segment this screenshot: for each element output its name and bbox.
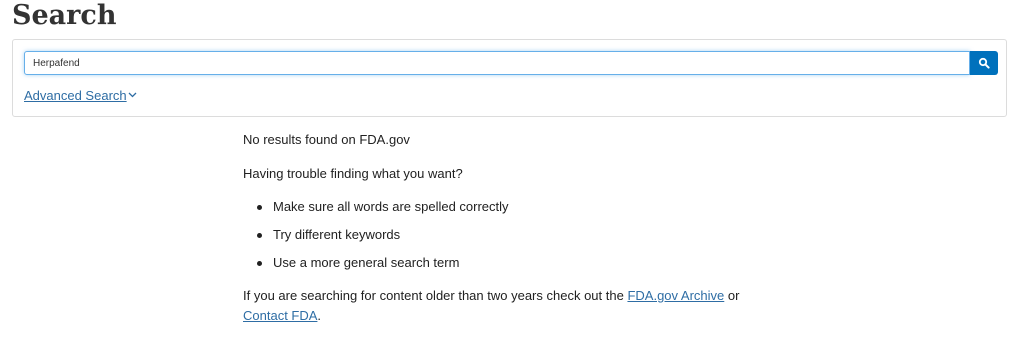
tip-item: Use a more general search term [243, 253, 509, 281]
search-button[interactable] [970, 51, 998, 75]
tip-item: Make sure all words are spelled correctl… [243, 197, 509, 225]
older-content-note: If you are searching for content older t… [243, 286, 843, 326]
tip-item: Try different keywords [243, 225, 509, 253]
advanced-search-toggle[interactable]: Advanced Search [24, 88, 137, 104]
chevron-down-icon [128, 92, 137, 98]
trouble-heading: Having trouble finding what you want? [243, 166, 463, 181]
contact-fda-link[interactable]: Contact FDA [243, 308, 317, 323]
search-input[interactable] [24, 51, 970, 75]
older-prefix-text: If you are searching for content older t… [243, 288, 628, 303]
page-title: Search [12, 0, 117, 31]
fda-archive-link[interactable]: FDA.gov Archive [627, 288, 724, 303]
tips-list: Make sure all words are spelled correctl… [243, 197, 509, 281]
no-results-message: No results found on FDA.gov [243, 132, 410, 147]
older-suffix-text: . [317, 308, 322, 323]
advanced-search-label: Advanced Search [24, 88, 127, 103]
search-icon [978, 57, 990, 69]
search-panel: Advanced Search [12, 39, 1007, 117]
older-middle-text: or [724, 288, 740, 303]
